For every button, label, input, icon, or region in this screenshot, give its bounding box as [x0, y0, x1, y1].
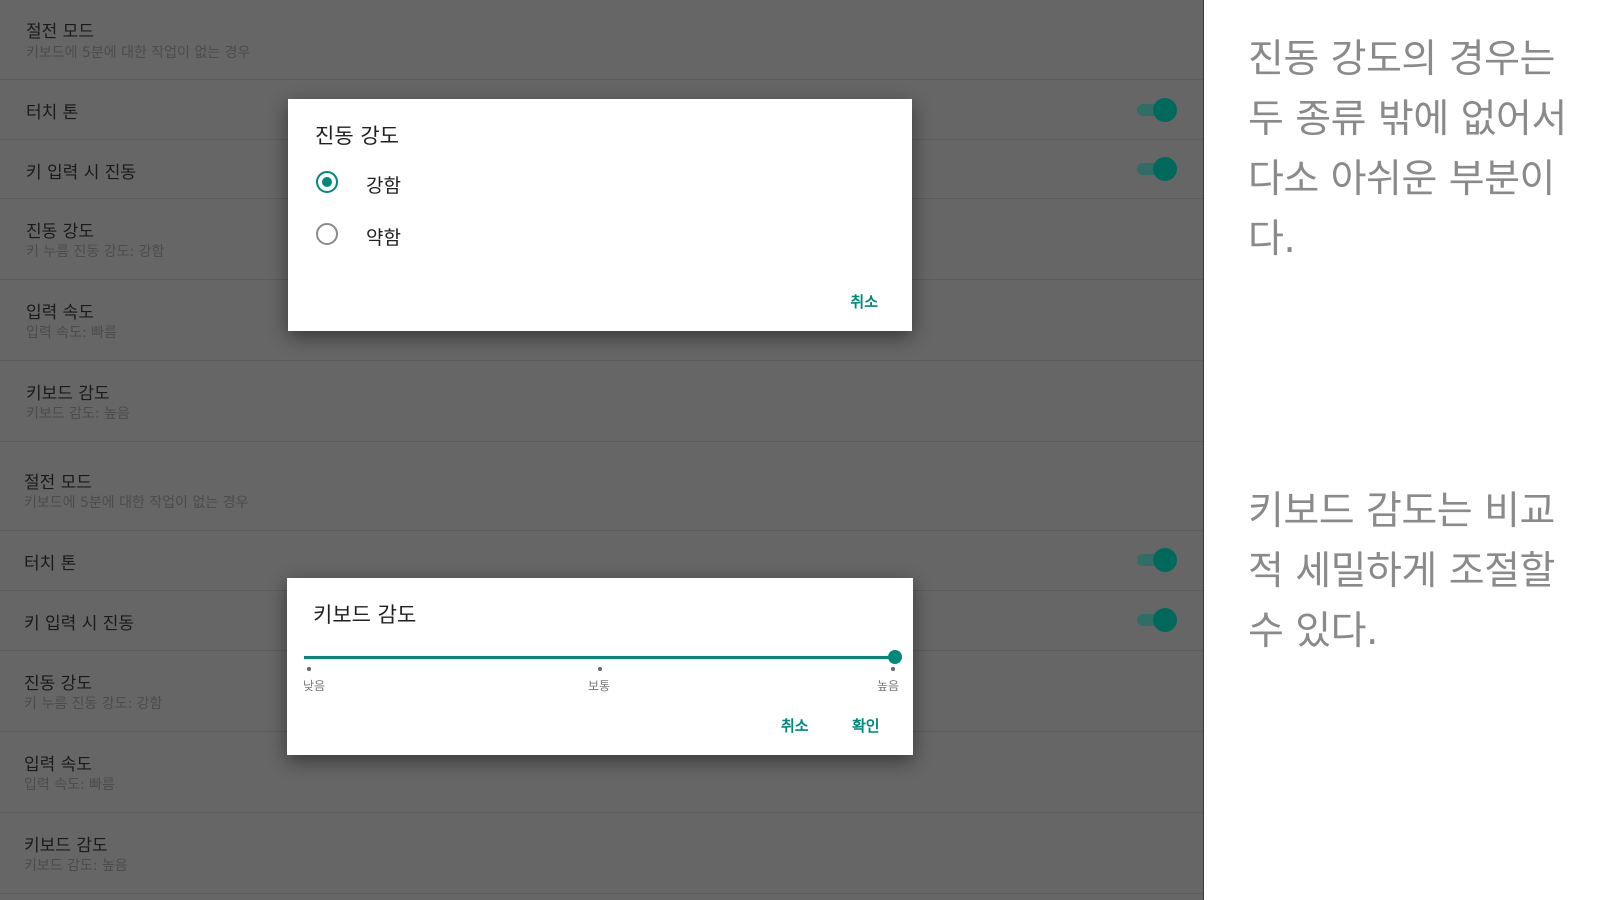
vibration-strength-dialog: 진동 강도 강함 약함 취소	[288, 99, 912, 331]
setting-power-saving[interactable]: 절전 모드 키보드에 5분에 대한 작업이 없는 경우	[0, 0, 1203, 80]
dialog-title: 진동 강도	[315, 124, 399, 148]
touch-tone-toggle[interactable]	[1137, 98, 1177, 122]
slider-thumb[interactable]	[888, 650, 902, 664]
setting-keyboard-sensitivity[interactable]: 키보드 감도 키보드 감도: 높음	[0, 812, 1203, 894]
radio-strong[interactable]	[316, 171, 338, 193]
setting-title: 입력 속도	[26, 303, 94, 323]
radio-weak[interactable]	[316, 223, 338, 245]
slider-label-low: 낮음	[303, 679, 326, 693]
keyboard-sensitivity-dialog: 키보드 감도 낮음 보통 높음 취소 확인	[287, 578, 913, 755]
setting-subtitle: 입력 속도: 빠름	[26, 325, 117, 341]
touch-tone-toggle[interactable]	[1137, 548, 1177, 572]
setting-subtitle: 키 누름 진동 강도: 강함	[26, 244, 165, 260]
toggle-thumb	[1153, 608, 1177, 632]
dialog-title: 키보드 감도	[313, 603, 417, 627]
settings-panel-bottom: 절전 모드 키보드에 5분에 대한 작업이 없는 경우 터치 톤 키 입력 시 …	[0, 449, 1204, 900]
setting-title: 절전 모드	[24, 473, 92, 493]
setting-title: 터치 톤	[26, 103, 79, 123]
setting-subtitle: 키 누름 진동 강도: 강함	[24, 696, 163, 712]
setting-subtitle: 키보드에 5분에 대한 작업이 없는 경우	[26, 45, 251, 61]
setting-subtitle: 키보드에 5분에 대한 작업이 없는 경우	[24, 495, 249, 511]
cancel-button[interactable]: 취소	[781, 715, 809, 736]
setting-title: 키보드 감도	[26, 384, 110, 404]
toggle-thumb	[1153, 98, 1177, 122]
toggle-thumb	[1153, 157, 1177, 181]
toggle-thumb	[1153, 548, 1177, 572]
slider-track[interactable]	[304, 656, 894, 659]
setting-power-saving[interactable]: 절전 모드 키보드에 5분에 대한 작업이 없는 경우	[0, 449, 1203, 531]
setting-title: 입력 속도	[24, 755, 92, 775]
key-vibration-toggle[interactable]	[1137, 608, 1177, 632]
slider-tick	[891, 667, 895, 671]
setting-title: 진동 강도	[24, 674, 92, 694]
slider-label-mid: 보통	[588, 679, 611, 693]
setting-keyboard-sensitivity[interactable]: 키보드 감도 키보드 감도: 높음	[0, 360, 1203, 442]
slider-tick	[598, 667, 602, 671]
setting-title: 키 입력 시 진동	[26, 163, 137, 183]
cancel-button[interactable]: 취소	[850, 291, 878, 312]
slider-tick	[307, 667, 311, 671]
note-keyboard-sensitivity: 키보드 감도는 비교적 세밀하게 조절할 수 있다.	[1248, 489, 1555, 654]
setting-subtitle: 입력 속도: 빠름	[24, 777, 115, 793]
setting-subtitle: 키보드 감도: 높음	[24, 858, 128, 874]
slider-label-high: 높음	[877, 679, 900, 693]
note-vibration-strength: 진동 강도의 경우는 두 종류 밖에 없어서 다소 아쉬운 부분이 다.	[1248, 37, 1567, 262]
setting-title: 키보드 감도	[24, 836, 108, 856]
setting-title: 진동 강도	[26, 222, 94, 242]
setting-title: 터치 톤	[24, 554, 77, 574]
setting-title: 절전 모드	[26, 22, 94, 42]
settings-panel-top: 절전 모드 키보드에 5분에 대한 작업이 없는 경우 터치 톤 키 입력 시 …	[0, 0, 1204, 450]
setting-title: 키 입력 시 진동	[24, 614, 135, 634]
ok-button[interactable]: 확인	[852, 715, 880, 736]
setting-subtitle: 키보드 감도: 높음	[26, 406, 130, 422]
option-label-strong[interactable]: 강함	[366, 171, 401, 198]
option-label-weak[interactable]: 약함	[366, 223, 401, 250]
key-vibration-toggle[interactable]	[1137, 157, 1177, 181]
